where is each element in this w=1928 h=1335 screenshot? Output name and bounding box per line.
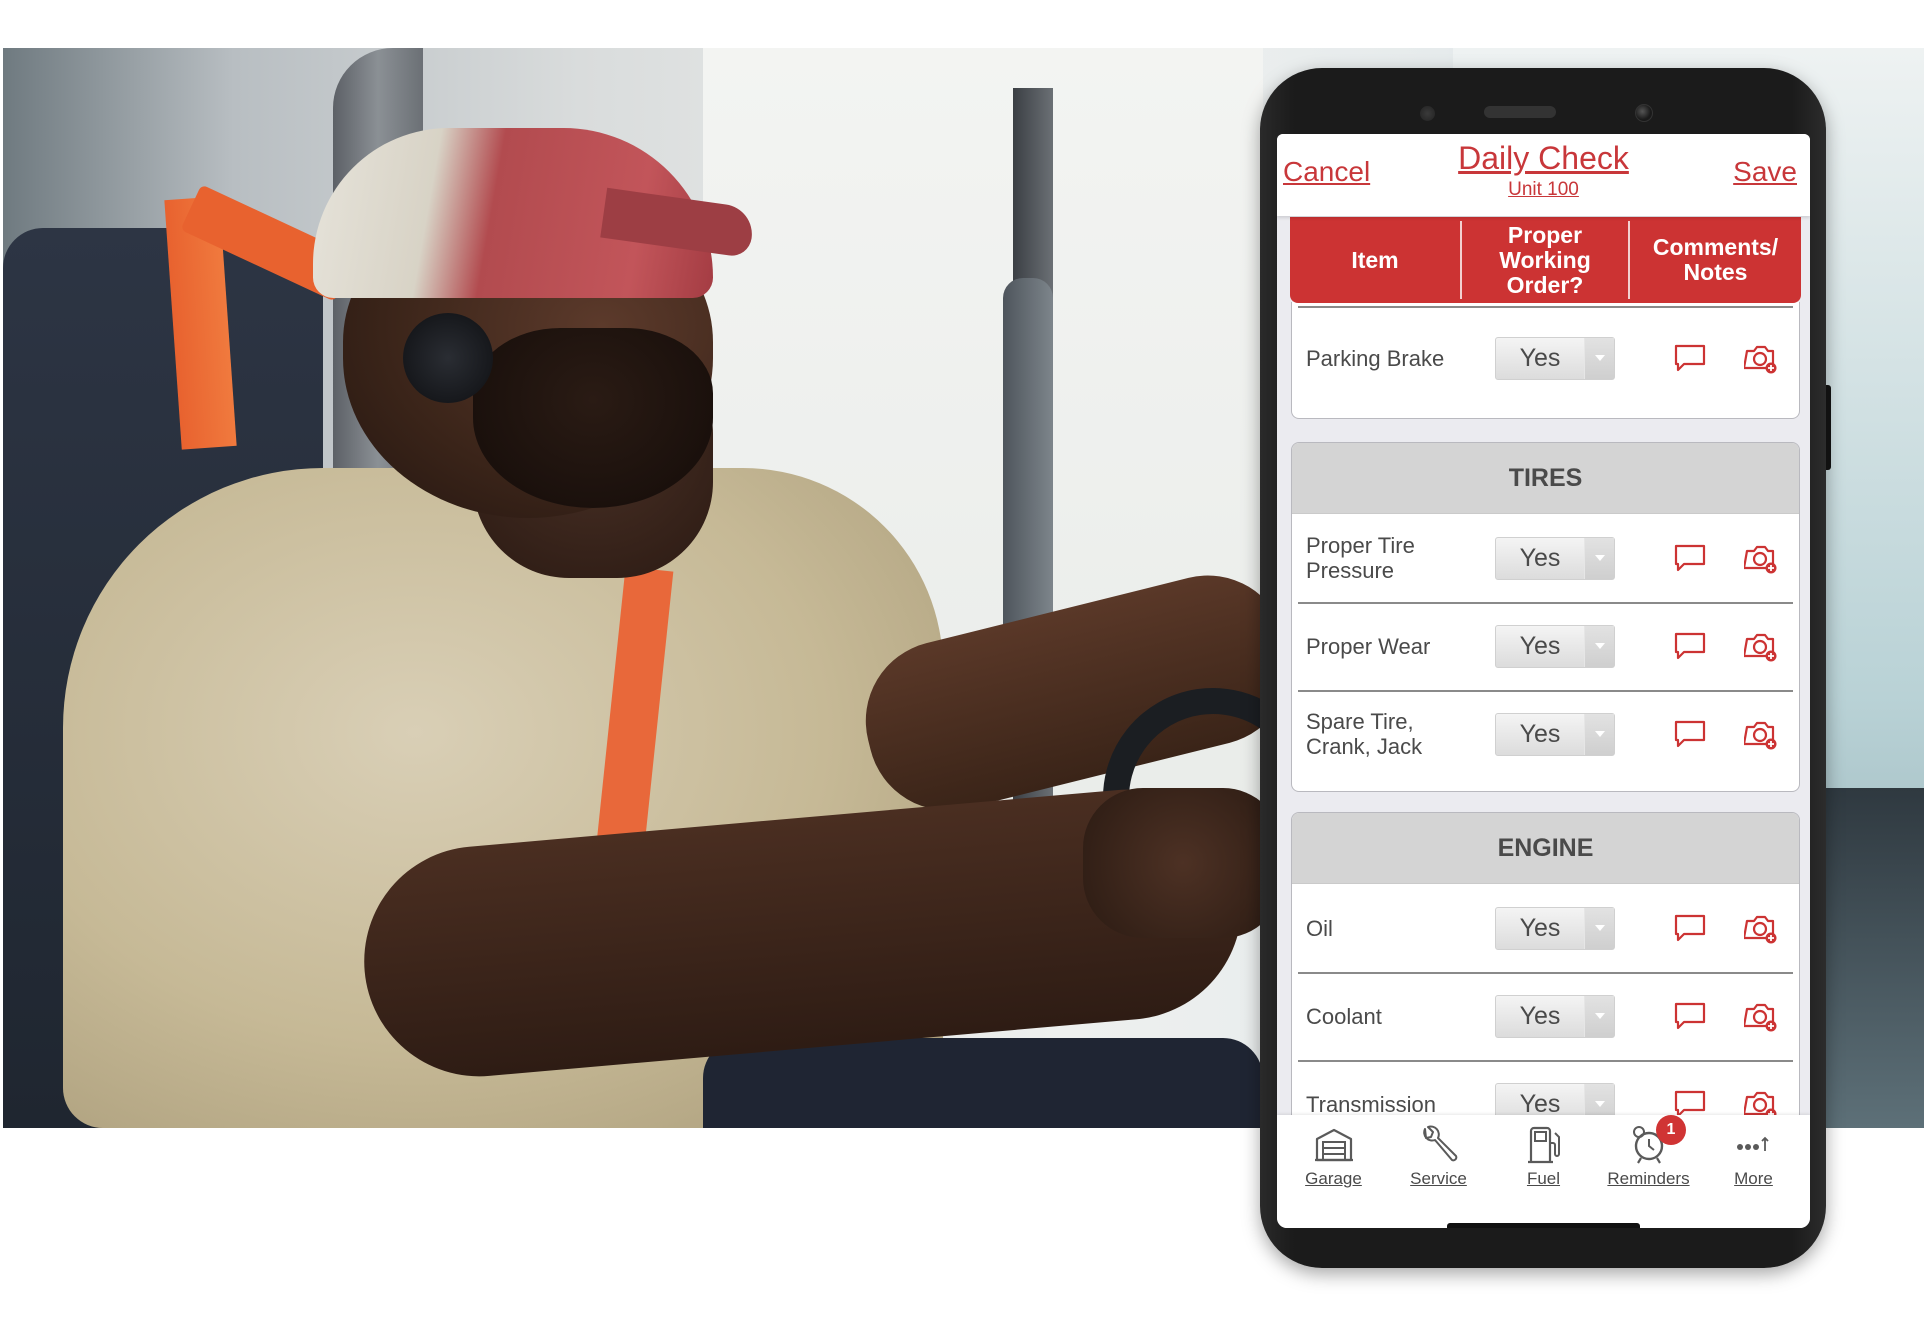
- dropdown-value: Yes: [1519, 719, 1561, 748]
- unit-subtitle: Unit 100: [1508, 179, 1579, 200]
- dropdown-value: Yes: [1519, 1001, 1561, 1030]
- camera-add-icon[interactable]: [1744, 629, 1778, 663]
- working-order-dropdown[interactable]: Yes: [1495, 336, 1615, 380]
- working-order-dropdown[interactable]: Yes: [1495, 536, 1615, 580]
- photo-headset: [403, 313, 493, 403]
- garage-icon: [1314, 1128, 1353, 1162]
- item-label: Coolant: [1306, 1003, 1382, 1029]
- section-title-engine: ENGINE: [1292, 813, 1799, 884]
- working-order-dropdown[interactable]: Yes: [1495, 712, 1615, 756]
- nav-label: More: [1734, 1169, 1773, 1188]
- comment-icon[interactable]: [1673, 541, 1707, 575]
- camera-add-icon[interactable]: [1744, 541, 1778, 575]
- chevron-down-icon: [1584, 537, 1614, 579]
- item-label: Spare Tire, Crank, Jack: [1306, 709, 1423, 759]
- phone-front-camera: [1635, 104, 1653, 122]
- chevron-down-icon: [1584, 995, 1614, 1037]
- column-header-working-order: Proper Working Order?: [1460, 221, 1630, 299]
- chevron-down-icon: [1584, 713, 1614, 755]
- app-header: Cancel Daily Check Unit 100 Save: [1277, 134, 1810, 216]
- working-order-dropdown[interactable]: Yes: [1495, 906, 1615, 950]
- row-divider: [1298, 306, 1793, 308]
- column-header-item: Item: [1351, 246, 1399, 273]
- dropdown-value: Yes: [1519, 913, 1561, 942]
- nav-label: Fuel: [1526, 1169, 1561, 1188]
- nav-label: Reminders: [1607, 1169, 1690, 1188]
- column-header-working-order-label: Proper Working Order?: [1499, 221, 1591, 298]
- section-title-tires: TIRES: [1292, 443, 1799, 514]
- save-button[interactable]: Save: [1733, 156, 1797, 188]
- checklist-row: Proper Wear Yes: [1292, 602, 1799, 690]
- item-label: Parking Brake: [1306, 345, 1445, 371]
- section-card-tires: TIRES Proper Tire Pressure Yes Proper We…: [1291, 442, 1800, 792]
- nav-service[interactable]: Service: [1386, 1115, 1491, 1228]
- dropdown-value: Yes: [1519, 543, 1561, 572]
- photo-driver-legs: [703, 1038, 1263, 1128]
- section-card-general: Parking Brake Yes: [1291, 302, 1800, 419]
- working-order-dropdown[interactable]: Yes: [1495, 994, 1615, 1038]
- nav-more[interactable]: More: [1701, 1115, 1806, 1228]
- item-label: Transmission: [1306, 1091, 1436, 1117]
- comment-icon[interactable]: [1673, 911, 1707, 945]
- comment-icon[interactable]: [1673, 341, 1707, 375]
- working-order-dropdown[interactable]: Yes: [1495, 624, 1615, 668]
- item-label: Proper Wear: [1306, 633, 1431, 659]
- camera-add-icon[interactable]: [1744, 341, 1778, 375]
- checklist-row: Parking Brake Yes: [1292, 314, 1799, 402]
- comment-icon[interactable]: [1673, 629, 1707, 663]
- table-header: Item Proper Working Order? Comments/ Not…: [1290, 217, 1801, 303]
- more-icon: [1736, 1136, 1769, 1151]
- nav-reminders[interactable]: 1 Reminders: [1596, 1115, 1701, 1228]
- item-label: Oil: [1306, 915, 1333, 941]
- checklist-row: Spare Tire, Crank, Jack Yes: [1292, 690, 1799, 778]
- nav-label: Garage: [1305, 1169, 1362, 1188]
- page-title: Daily Check: [1458, 140, 1629, 176]
- camera-add-icon[interactable]: [1744, 717, 1778, 751]
- fuel-pump-icon: [1527, 1126, 1560, 1164]
- nav-label: Service: [1410, 1169, 1467, 1188]
- app-screen: Cancel Daily Check Unit 100 Save Item Pr…: [1277, 134, 1810, 1228]
- item-label: Proper Tire Pressure: [1306, 533, 1415, 583]
- checklist-row: Oil Yes: [1292, 884, 1799, 972]
- reminders-badge: 1: [1656, 1115, 1686, 1145]
- wrench-icon: [1422, 1125, 1457, 1162]
- checklist-row: Coolant Yes: [1292, 972, 1799, 1060]
- phone-speaker: [1484, 106, 1556, 118]
- dropdown-value: Yes: [1519, 343, 1561, 372]
- phone-side-button: [1826, 385, 1831, 470]
- photo-driver-hand: [1083, 788, 1283, 938]
- bottom-nav: Garage Service Fuel 1 Reminders More: [1277, 1115, 1810, 1228]
- phone-sensor: [1420, 106, 1435, 121]
- camera-add-icon[interactable]: [1744, 911, 1778, 945]
- camera-add-icon[interactable]: [1744, 999, 1778, 1033]
- dropdown-value: Yes: [1519, 631, 1561, 660]
- nav-garage[interactable]: Garage: [1281, 1115, 1386, 1228]
- checklist-row: Proper Tire Pressure Yes: [1292, 514, 1799, 602]
- photo-driver-beard: [473, 328, 713, 508]
- comment-icon[interactable]: [1673, 999, 1707, 1033]
- chevron-down-icon: [1584, 337, 1614, 379]
- column-header-comments-label: Comments/ Notes: [1652, 234, 1779, 285]
- chevron-down-icon: [1584, 907, 1614, 949]
- column-header-comments: Comments/ Notes: [1630, 217, 1801, 303]
- home-indicator[interactable]: [1447, 1223, 1640, 1228]
- nav-fuel[interactable]: Fuel: [1491, 1115, 1596, 1228]
- chevron-down-icon: [1584, 625, 1614, 667]
- comment-icon[interactable]: [1673, 717, 1707, 751]
